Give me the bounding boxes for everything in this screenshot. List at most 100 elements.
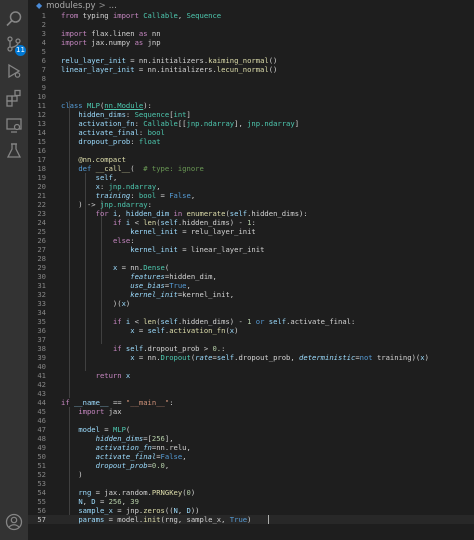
code-line[interactable]: 8	[28, 74, 474, 83]
code-line[interactable]: 23 for i, hidden_dim in enumerate(self.h…	[28, 209, 474, 218]
breadcrumb-tail[interactable]: ...	[109, 1, 117, 11]
code-token: from	[61, 11, 83, 20]
remote-explorer-icon[interactable]	[4, 115, 24, 135]
code-line[interactable]: 45 import jax	[28, 407, 474, 416]
breadcrumb[interactable]: ◆ modules.py >...	[28, 0, 474, 11]
extensions-icon[interactable]	[4, 88, 24, 108]
code-token: jnp.ndarray	[186, 119, 235, 128]
line-code: linear_layer_init = nn.initializers.lecu…	[61, 65, 277, 74]
code-line[interactable]: 46	[28, 416, 474, 425]
code-token: )	[234, 326, 239, 335]
code-line[interactable]: 20 x: jnp.ndarray,	[28, 182, 474, 191]
line-number: 1	[41, 11, 46, 20]
line-number: 34	[37, 308, 46, 317]
code-line[interactable]: 19 self,	[28, 173, 474, 182]
code-token: (	[164, 263, 170, 272]
code-line[interactable]: 27 kernel_init = linear_layer_init	[28, 245, 474, 254]
code-line[interactable]: 43	[28, 389, 474, 398]
source-control-icon[interactable]: 11	[4, 34, 26, 56]
code-line[interactable]: 48 hidden_dims=[256],	[28, 434, 474, 443]
code-line[interactable]: 26 else:	[28, 236, 474, 245]
run-debug-icon[interactable]	[4, 61, 24, 81]
code-line[interactable]: 30 features=hidden_dim,	[28, 272, 474, 281]
code-token: .hidden_dims) -	[177, 218, 248, 227]
code-line[interactable]: 32 kernel_init=kernel_init,	[28, 290, 474, 299]
code-token: float	[138, 137, 161, 146]
code-line[interactable]: 18 def __call__( # type: ignore	[28, 164, 474, 173]
code-line[interactable]: 22 ) -> jnp.ndarray:	[28, 200, 474, 209]
code-line[interactable]: 52 )	[28, 470, 474, 479]
code-line[interactable]: 49 activation_fn=nn.relu,	[28, 443, 474, 452]
code-line[interactable]: 6 relu_layer_init = nn.initializers.kaimi…	[28, 56, 474, 65]
code-line[interactable]: 10	[28, 92, 474, 101]
code-token: Dropout	[160, 353, 191, 362]
code-line[interactable]: 47 model = MLP(	[28, 425, 474, 434]
code-line[interactable]: 51 dropout_prob=0.0,	[28, 461, 474, 470]
code-line[interactable]: 36 x = self.activation_fn(x)	[28, 326, 474, 335]
code-token: if	[112, 218, 126, 227]
code-line[interactable]: 44 if __name__ == "__main__":	[28, 398, 474, 407]
line-code: N, D = 256, 39	[61, 497, 139, 506]
code-token: jnp.ndarray	[99, 200, 148, 209]
code-line[interactable]: 12 hidden_dims: Sequence[int]	[28, 110, 474, 119]
code-line[interactable]: 33 )(x)	[28, 299, 474, 308]
code-line[interactable]: 38 if self.dropout_prob > 0.:	[28, 344, 474, 353]
code-line[interactable]: 17 @nn.compact	[28, 155, 474, 164]
code-line[interactable]: 31 use_bias=True,	[28, 281, 474, 290]
code-line[interactable]: 7 linear_layer_init = nn.initializers.lec…	[28, 65, 474, 74]
code-token: jnp	[147, 38, 161, 47]
code-token: = jnp.	[117, 506, 144, 515]
code-token: len	[143, 317, 157, 326]
code-token: dropout_prob	[78, 137, 131, 146]
code-line[interactable]: 1 from typing import Callable, Sequence	[28, 11, 474, 20]
code-line[interactable]: 2	[28, 20, 474, 29]
code-line[interactable]: 50 activate_final=False,	[28, 452, 474, 461]
code-token: hidden_dim	[125, 209, 174, 218]
code-line[interactable]: 39 x = nn.Dropout(rate=self.dropout_prob…	[28, 353, 474, 362]
search-icon[interactable]	[4, 9, 24, 29]
line-number: 21	[37, 191, 46, 200]
code-token: =	[156, 191, 170, 200]
account-icon[interactable]	[4, 512, 24, 532]
code-line[interactable]: 16	[28, 146, 474, 155]
code-token: ,	[177, 506, 187, 515]
code-line[interactable]: 28	[28, 254, 474, 263]
code-line[interactable]: 40	[28, 362, 474, 371]
code-line[interactable]: 35 if i < len(self.hidden_dims) - 1 or s…	[28, 317, 474, 326]
code-token: # type: ignore	[143, 164, 204, 173]
code-line[interactable]: 15 dropout_prob: float	[28, 137, 474, 146]
code-line[interactable]: 41 return x	[28, 371, 474, 380]
code-line[interactable]: 55 N, D = 256, 39	[28, 497, 474, 506]
code-line[interactable]: 53	[28, 479, 474, 488]
code-line[interactable]: 3 import flax.linen as nn	[28, 29, 474, 38]
code-line[interactable]: 5	[28, 47, 474, 56]
line-code: x = self.activation_fn(x)	[61, 326, 238, 335]
code-token: ,	[190, 191, 196, 200]
code-line[interactable]: 34	[28, 308, 474, 317]
code-line[interactable]: 4 import jax.numpy as jnp	[28, 38, 474, 47]
code-line[interactable]: 56 sample_x = jnp.zeros((N, D))	[28, 506, 474, 515]
breadcrumb-file[interactable]: modules.py	[46, 1, 95, 11]
code-line[interactable]: 37	[28, 335, 474, 344]
code-line[interactable]: 24 if i < len(self.hidden_dims) - 1:	[28, 218, 474, 227]
code-editor[interactable]: 1 from typing import Callable, Sequence 2 3…	[28, 11, 474, 540]
code-line[interactable]: 14 activate_final: bool	[28, 128, 474, 137]
code-line[interactable]: 11 class MLP(nn.Module):	[28, 101, 474, 110]
code-line[interactable]: 57 params = model.init(rng, sample_x, Tr…	[28, 515, 474, 524]
code-line[interactable]: 9	[28, 83, 474, 92]
code-token: .activate_final:	[286, 317, 356, 326]
testing-icon[interactable]	[4, 141, 24, 161]
source-control-badge: 11	[15, 45, 26, 56]
line-number: 24	[37, 218, 46, 227]
code-line[interactable]: 21 training: bool = False,	[28, 191, 474, 200]
code-line[interactable]: 13 activation_fn: Callable[[jnp.ndarray]…	[28, 119, 474, 128]
code-line[interactable]: 42	[28, 380, 474, 389]
code-line[interactable]: 29 x = nn.Dense(	[28, 263, 474, 272]
line-code: activate_final=False,	[61, 452, 187, 461]
code-token: :	[138, 128, 148, 137]
code-line[interactable]: 25 kernel_init = relu_layer_init	[28, 227, 474, 236]
line-code: use_bias=True,	[61, 281, 191, 290]
code-line[interactable]: 54 rng = jax.random.PRNGKey(0)	[28, 488, 474, 497]
